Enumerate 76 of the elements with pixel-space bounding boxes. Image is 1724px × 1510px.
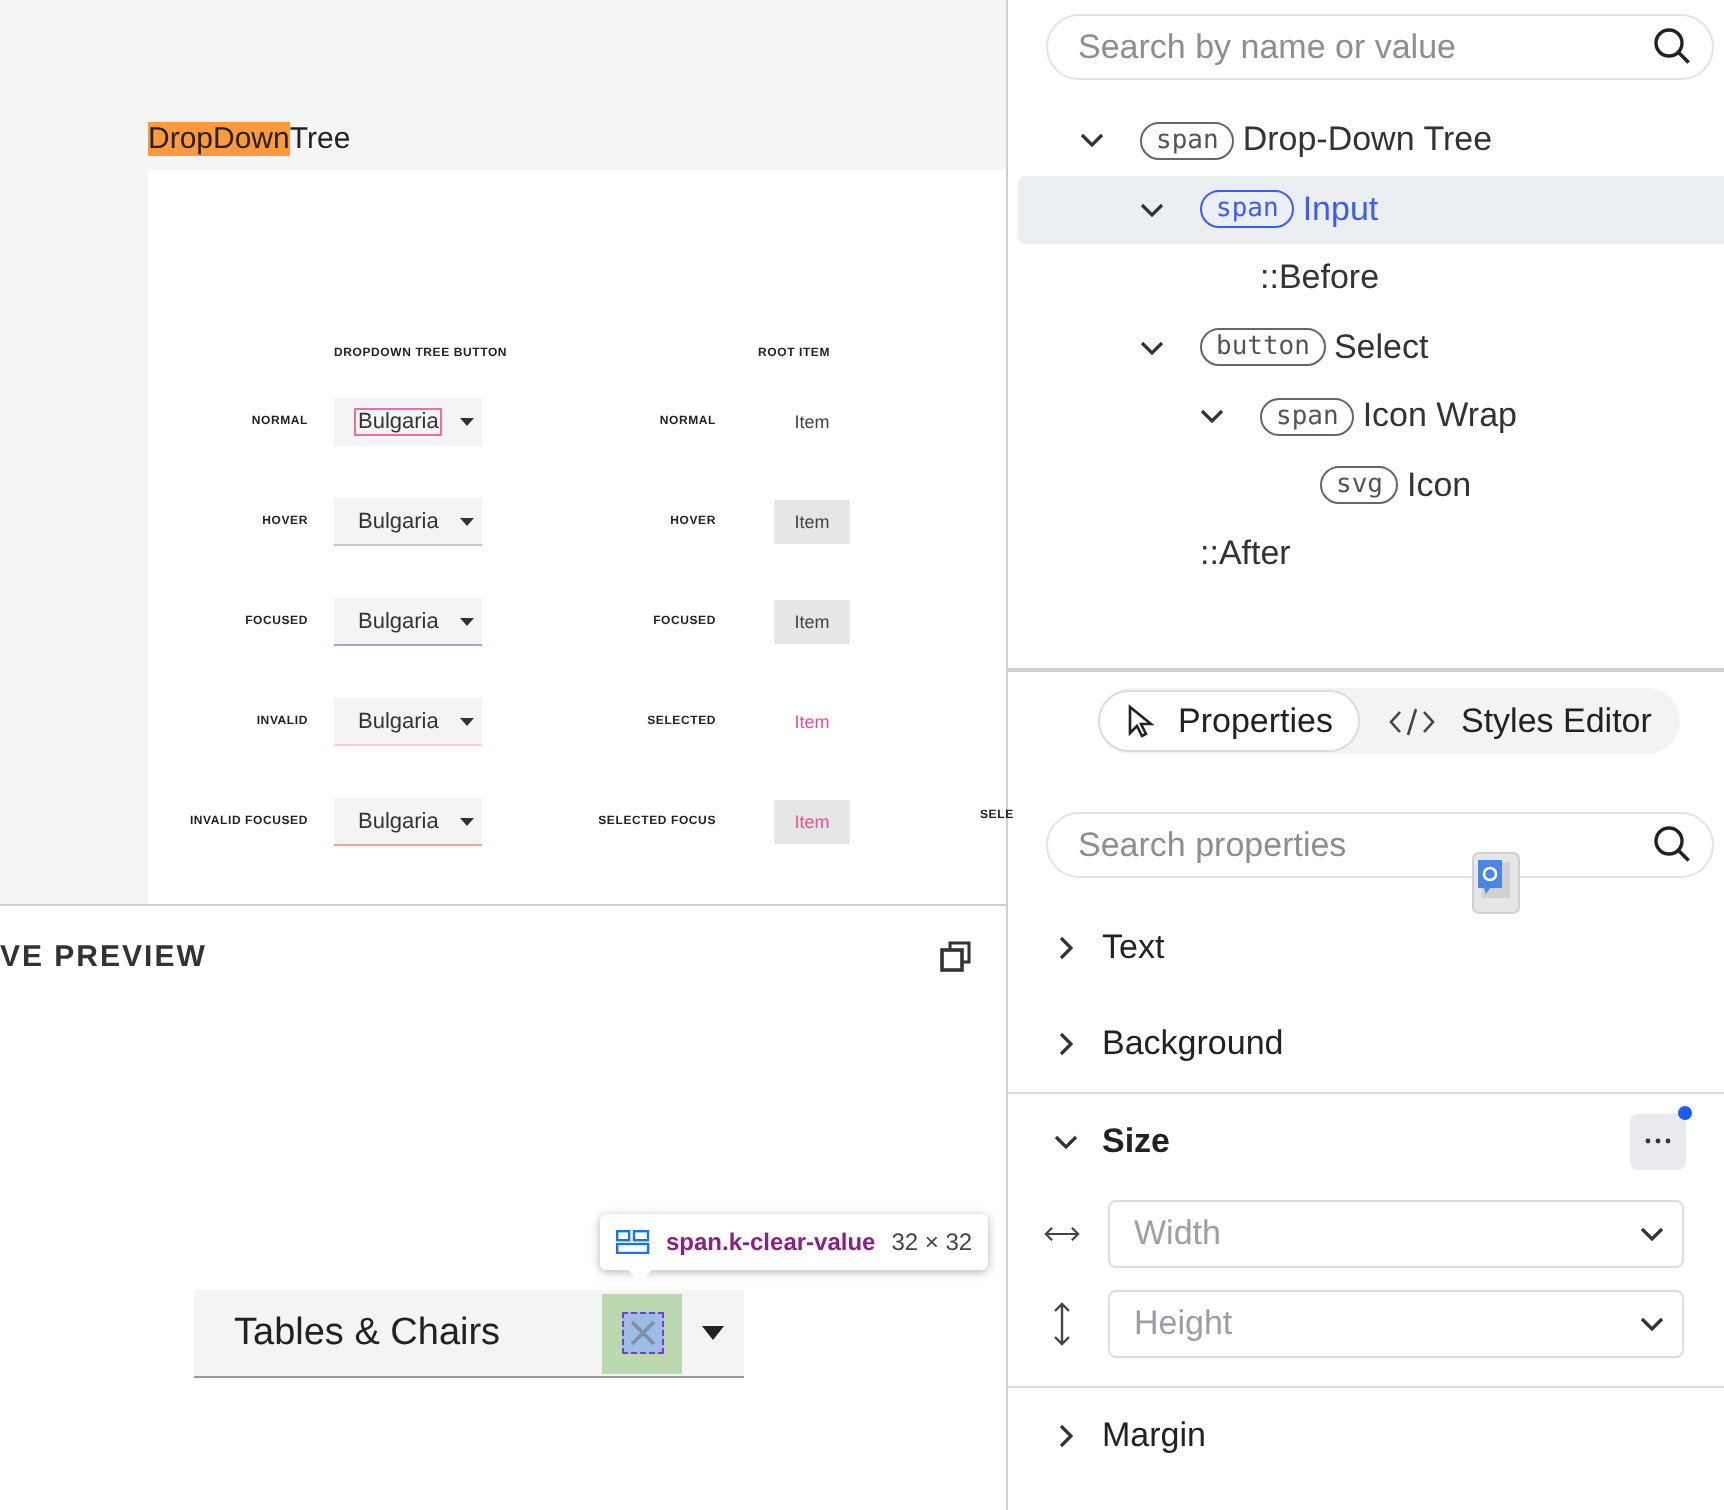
dropdown-button[interactable]: Bulgaria: [334, 398, 482, 446]
tag-label: svg: [1320, 466, 1399, 505]
tree-item-label: ::Before: [1260, 258, 1380, 299]
vertical-arrows-icon: [1052, 1301, 1072, 1345]
caret-icon: [460, 617, 474, 625]
dropdown-tree[interactable]: Tables & Chairs: [194, 1290, 744, 1378]
tree-item-label: Select: [1333, 327, 1429, 368]
dropdown-button[interactable]: Bulgaria: [334, 598, 482, 646]
tree-item[interactable]: Item: [774, 500, 850, 544]
horizontal-arrows-icon: [1044, 1223, 1080, 1243]
tag-label: span: [1200, 190, 1295, 229]
chevron-right-icon: [1058, 1424, 1074, 1448]
translate-icon[interactable]: [1472, 852, 1520, 914]
close-icon: [629, 1320, 655, 1346]
section-header[interactable]: Text: [1008, 900, 1724, 996]
tree-item[interactable]: span Input: [1018, 175, 1724, 244]
height-field[interactable]: Height: [1108, 1289, 1684, 1357]
tree-item[interactable]: Item: [774, 700, 850, 744]
section-label: Background: [1102, 1024, 1284, 1064]
section-title: VE PREVIEW: [0, 939, 207, 973]
caret-icon: [460, 817, 474, 825]
tag-label: span: [1260, 397, 1355, 436]
search-field[interactable]: Search properties: [1046, 812, 1714, 878]
clear-button[interactable]: [602, 1293, 682, 1373]
highlighted-title: DropDown: [148, 122, 290, 156]
tree-item[interactable]: button Select: [1008, 313, 1724, 382]
tree-item-label: Icon Wrap: [1362, 396, 1517, 437]
tree-item-label: Drop-Down Tree: [1242, 120, 1493, 161]
tree-item-label: Input: [1302, 189, 1379, 230]
chevron-right-icon: [1058, 1032, 1074, 1056]
caret-icon: [702, 1326, 724, 1340]
caret-icon: [460, 517, 474, 525]
tree-item[interactable]: svg Icon: [1008, 451, 1724, 520]
dropdown-button[interactable]: Bulgaria: [334, 698, 482, 746]
tree-item-label: Icon: [1406, 465, 1472, 506]
tree-item-label: ::After: [1200, 534, 1291, 575]
restore-window-icon[interactable]: [940, 940, 972, 972]
selector-label: span.k-clear-value: [666, 1228, 876, 1256]
chevron-down-icon: [1054, 1133, 1078, 1149]
width-field[interactable]: Width: [1108, 1199, 1684, 1267]
code-icon: [1388, 705, 1437, 737]
search-icon: [1652, 26, 1692, 66]
caret-icon: [460, 717, 474, 725]
tree-item[interactable]: span Icon Wrap: [1008, 382, 1724, 451]
tree-item[interactable]: Item: [774, 600, 850, 644]
dropdown-button[interactable]: Bulgaria: [334, 798, 482, 846]
tab[interactable]: Properties: [1098, 690, 1361, 752]
chevron-down-icon: [1640, 1225, 1664, 1241]
chevron-down-icon: [1140, 201, 1164, 218]
section-header[interactable]: Size: [1008, 1094, 1724, 1188]
pointer-icon: [1126, 704, 1154, 738]
tree-item[interactable]: span Drop-Down Tree: [1008, 106, 1724, 175]
tab[interactable]: Styles Editor: [1360, 690, 1680, 752]
tag-label: button: [1200, 328, 1326, 367]
section-label: Margin: [1102, 1416, 1206, 1456]
more-icon: [1644, 1138, 1672, 1144]
section-label: Size: [1102, 1121, 1171, 1161]
layout-icon: [616, 1230, 650, 1254]
chevron-right-icon: [1058, 936, 1074, 960]
section-label: Text: [1102, 928, 1165, 968]
tree-item[interactable]: Item: [774, 400, 850, 444]
tree-item[interactable]: ::Before: [1008, 244, 1724, 313]
dropdown-button[interactable]: Bulgaria: [334, 498, 482, 546]
search-icon: [1652, 824, 1692, 864]
chevron-down-icon: [1640, 1315, 1664, 1331]
tree-item[interactable]: ::After: [1008, 520, 1724, 589]
tag-label: span: [1140, 121, 1235, 160]
section-header[interactable]: Margin: [1008, 1388, 1724, 1484]
title: Tree: [289, 122, 351, 156]
size-label: 32 × 32: [891, 1228, 973, 1256]
search-field[interactable]: Search by name or value: [1046, 14, 1714, 80]
section-header[interactable]: Background: [1008, 996, 1724, 1092]
chevron-down-icon: [1140, 339, 1164, 356]
chevron-down-icon: [1200, 408, 1224, 425]
caret-icon: [460, 417, 474, 425]
chevron-down-icon: [1080, 132, 1104, 149]
